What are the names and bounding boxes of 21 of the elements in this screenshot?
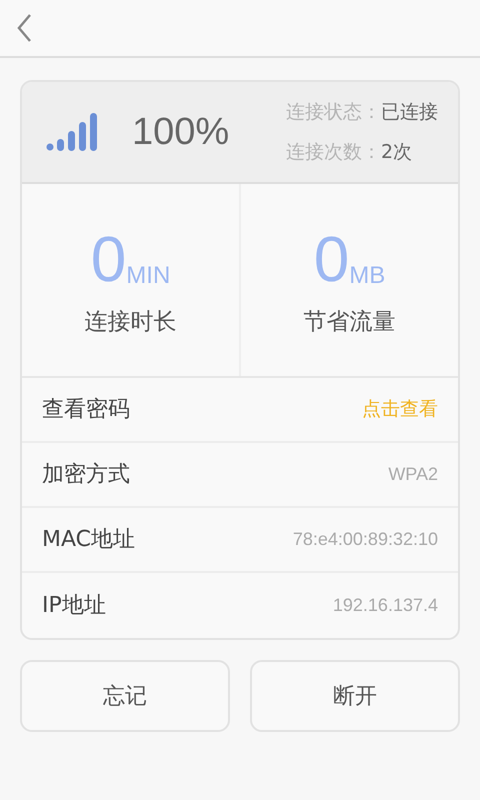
row-label: MAC地址 (42, 526, 136, 554)
stat-label: 连接时长 (84, 308, 176, 337)
stat-unit: MIN (126, 262, 170, 289)
stat-value: 0 (314, 228, 350, 289)
action-button[interactable]: 忘记 (20, 660, 230, 732)
status-label: 连接状态： (286, 100, 381, 124)
signal-percent: 100% (132, 110, 230, 154)
status-value: 2次 (381, 140, 412, 165)
row-label: 查看密码 (42, 396, 130, 424)
action-button[interactable]: 断开 (250, 660, 460, 732)
row-label: IP地址 (42, 592, 106, 620)
stat-label: 节省流量 (304, 308, 396, 337)
row-label: 加密方式 (42, 461, 130, 489)
status-label: 连接次数： (286, 140, 381, 165)
stat-unit: MB (349, 262, 386, 289)
back-chevron-icon (16, 13, 32, 43)
row-value: 192.16.137.4 (332, 594, 438, 617)
row-value: 78:e4:00:89:32:10 (292, 528, 438, 551)
stat-value: 0 (90, 228, 126, 289)
status-value: 已连接 (381, 100, 438, 124)
row-value: WPA2 (388, 463, 438, 486)
